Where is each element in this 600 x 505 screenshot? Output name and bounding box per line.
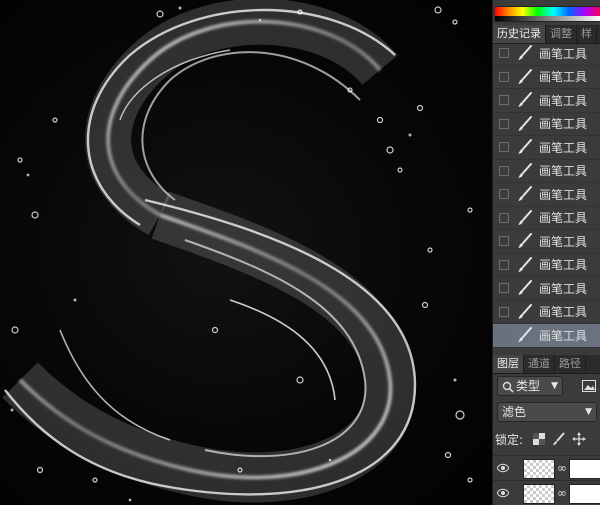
- history-item[interactable]: 画笔工具: [493, 207, 600, 230]
- eye-icon[interactable]: [496, 487, 510, 501]
- brush-icon: [518, 303, 532, 319]
- brush-icon: [518, 162, 532, 178]
- history-checkbox[interactable]: [499, 165, 509, 176]
- history-item-label: 画笔工具: [539, 211, 588, 226]
- layer-thumbnail[interactable]: [523, 484, 555, 504]
- lock-move-icon[interactable]: [571, 431, 587, 447]
- history-item[interactable]: 画笔工具: [493, 183, 600, 207]
- history-item[interactable]: 画笔工具: [493, 42, 600, 66]
- brush-icon: [518, 139, 532, 155]
- chevron-down-icon: ▼: [585, 407, 592, 417]
- blend-mode-dropdown[interactable]: 滤色 ▼: [497, 402, 597, 422]
- history-checkbox[interactable]: [499, 95, 509, 106]
- layer-mask-thumbnail[interactable]: [569, 459, 600, 479]
- lock-paint-icon[interactable]: [551, 431, 567, 447]
- history-item[interactable]: 画笔工具: [493, 113, 600, 136]
- history-list: 画笔工具 画笔工具 画笔工具 画笔工具 画笔工具 画笔工具 画笔工具 画笔工具 画笔工具 画笔工具…: [493, 42, 600, 348]
- brush-icon: [518, 233, 532, 249]
- brush-icon: [518, 115, 532, 131]
- image-filter-icon[interactable]: [581, 378, 597, 394]
- history-item[interactable]: 画笔工具: [493, 66, 600, 89]
- layer-thumbnail[interactable]: [523, 459, 555, 479]
- brush-icon: [518, 280, 532, 296]
- history-checkbox[interactable]: [499, 259, 509, 270]
- history-item[interactable]: 画笔工具: [493, 136, 600, 160]
- search-icon: [502, 380, 514, 398]
- layers-tabbar: 图层 通道 路径: [493, 355, 600, 374]
- filter-kind-label: 类型: [516, 379, 541, 393]
- history-item-label: 画笔工具: [539, 140, 588, 155]
- history-checkbox[interactable]: [499, 142, 509, 153]
- blend-mode-label: 滤色: [502, 405, 527, 419]
- tab-adjustments[interactable]: 调整: [546, 25, 577, 43]
- brush-icon: [518, 92, 532, 108]
- history-item-label: 画笔工具: [539, 328, 588, 343]
- tab-channels[interactable]: 通道: [524, 355, 555, 373]
- history-checkbox[interactable]: [499, 330, 509, 341]
- history-checkbox[interactable]: [499, 71, 509, 82]
- history-item[interactable]: 画笔工具: [493, 324, 600, 348]
- history-item-label: 画笔工具: [539, 281, 588, 296]
- history-checkbox[interactable]: [499, 189, 509, 200]
- eye-icon[interactable]: [496, 462, 510, 476]
- history-item[interactable]: 画笔工具: [493, 230, 600, 254]
- history-item[interactable]: 画笔工具: [493, 301, 600, 324]
- tab-styles[interactable]: 样: [577, 25, 597, 43]
- history-item-label: 画笔工具: [539, 258, 588, 273]
- history-checkbox[interactable]: [499, 283, 509, 294]
- history-item-label: 画笔工具: [539, 117, 588, 132]
- brush-icon: [518, 45, 532, 61]
- layer-row[interactable]: ∞: [493, 480, 600, 505]
- layer-filter-dropdown[interactable]: 类型 ▼: [497, 376, 563, 396]
- chevron-down-icon: ▼: [551, 381, 558, 391]
- brush-icon: [518, 68, 532, 84]
- lock-row: 锁定:: [493, 430, 600, 448]
- lock-label: 锁定:: [495, 433, 524, 447]
- history-item-label: 画笔工具: [539, 46, 588, 61]
- chain-link-icon[interactable]: ∞: [557, 461, 567, 475]
- history-checkbox[interactable]: [499, 212, 509, 223]
- brush-icon: [518, 209, 532, 225]
- history-item[interactable]: 画笔工具: [493, 89, 600, 113]
- document-canvas[interactable]: [0, 0, 492, 505]
- history-item-label: 画笔工具: [539, 187, 588, 202]
- layer-row[interactable]: ∞: [493, 455, 600, 480]
- chain-link-icon[interactable]: ∞: [557, 486, 567, 500]
- water-splash-artwork: [2, 0, 473, 503]
- history-item[interactable]: 画笔工具: [493, 160, 600, 183]
- color-swatch-ramp[interactable]: [495, 6, 600, 22]
- tab-layers[interactable]: 图层: [493, 355, 524, 373]
- history-item-label: 画笔工具: [539, 70, 588, 85]
- history-item-label: 画笔工具: [539, 93, 588, 108]
- history-item-label: 画笔工具: [539, 305, 588, 320]
- lock-transparent-icon[interactable]: [531, 431, 547, 447]
- history-item[interactable]: 画笔工具: [493, 277, 600, 301]
- right-panel: 历史记录 调整 样 画笔工具 画笔工具 画笔工具 画笔工具 画笔工具 画笔工具 画笔工具 画笔…: [492, 0, 600, 505]
- tab-history[interactable]: 历史记录: [493, 25, 546, 43]
- brush-icon: [518, 327, 532, 343]
- brush-icon: [518, 256, 532, 272]
- history-checkbox[interactable]: [499, 48, 509, 59]
- tab-paths[interactable]: 路径: [555, 355, 586, 373]
- history-item-label: 画笔工具: [539, 164, 588, 179]
- brush-icon: [518, 186, 532, 202]
- history-item[interactable]: 画笔工具: [493, 254, 600, 277]
- history-item-label: 画笔工具: [539, 234, 588, 249]
- history-checkbox[interactable]: [499, 236, 509, 247]
- layer-mask-thumbnail[interactable]: [569, 484, 600, 504]
- history-checkbox[interactable]: [499, 118, 509, 129]
- history-checkbox[interactable]: [499, 306, 509, 317]
